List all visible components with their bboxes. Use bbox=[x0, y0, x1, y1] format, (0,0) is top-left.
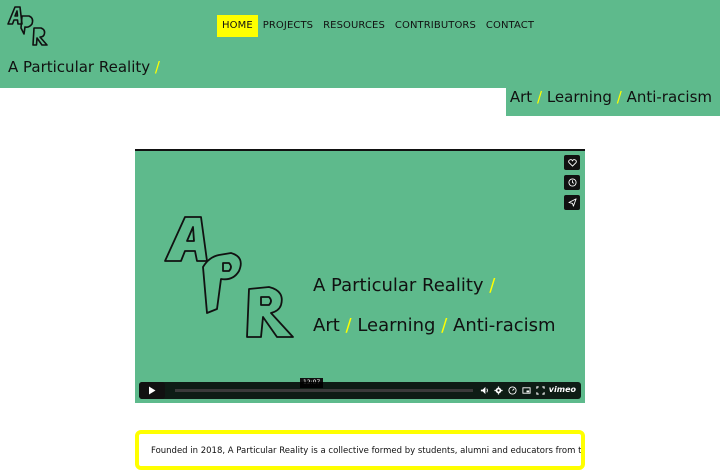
clock-icon bbox=[567, 178, 577, 187]
slash-divider: / bbox=[489, 275, 496, 296]
slash-divider: / bbox=[441, 315, 448, 336]
send-icon bbox=[567, 198, 577, 207]
apr-logo[interactable] bbox=[5, 4, 51, 46]
nav-contributors[interactable]: CONTRIBUTORS bbox=[390, 15, 481, 37]
video-title-text: A Particular Reality bbox=[313, 275, 484, 296]
about-box: Founded in 2018, A Particular Reality is… bbox=[135, 430, 585, 470]
control-icons bbox=[479, 385, 545, 396]
video-title: A Particular Reality / bbox=[313, 275, 495, 296]
nav-home[interactable]: HOME bbox=[217, 15, 258, 37]
video-tagline-learning: Learning bbox=[357, 315, 436, 336]
watch-later-button[interactable] bbox=[564, 175, 580, 190]
video-tagline-art: Art bbox=[313, 315, 340, 336]
nav-resources[interactable]: RESOURCES bbox=[318, 15, 390, 37]
play-icon bbox=[149, 386, 156, 395]
tagline-anti-racism: Anti-racism bbox=[626, 88, 712, 106]
slash-divider: / bbox=[154, 58, 160, 76]
settings-icon[interactable] bbox=[493, 385, 503, 396]
video-tagline: Art / Learning / Anti-racism bbox=[313, 315, 556, 336]
site-title-text: A Particular Reality bbox=[8, 58, 151, 76]
play-button[interactable] bbox=[139, 382, 165, 399]
tagline-banner: Art / Learning / Anti-racism bbox=[506, 88, 720, 116]
tagline-art: Art bbox=[509, 88, 533, 106]
apr-video-logo bbox=[164, 216, 294, 338]
slash-divider: / bbox=[616, 88, 622, 106]
slash-divider: / bbox=[345, 315, 352, 336]
speed-icon[interactable] bbox=[507, 385, 517, 396]
vimeo-logo[interactable]: vimeo bbox=[549, 385, 576, 394]
site-title[interactable]: A Particular Reality / bbox=[8, 58, 160, 76]
video-tagline-anti-racism: Anti-racism bbox=[453, 315, 556, 336]
tagline: Art / Learning / Anti-racism bbox=[510, 88, 712, 116]
video-player[interactable]: A Particular Reality / Art / Learning / … bbox=[135, 149, 585, 403]
main-nav: HOME PROJECTS RESOURCES CONTRIBUTORS CON… bbox=[217, 15, 539, 37]
about-text: Founded in 2018, A Particular Reality is… bbox=[151, 446, 585, 456]
pip-icon[interactable] bbox=[521, 385, 531, 396]
tagline-learning: Learning bbox=[546, 88, 612, 106]
progress-bar[interactable] bbox=[175, 389, 473, 392]
nav-contact[interactable]: CONTACT bbox=[481, 15, 539, 37]
site-header: HOME PROJECTS RESOURCES CONTRIBUTORS CON… bbox=[0, 0, 720, 88]
fullscreen-icon[interactable] bbox=[535, 385, 545, 396]
volume-icon[interactable] bbox=[479, 385, 489, 396]
slash-divider: / bbox=[536, 88, 543, 106]
share-button[interactable] bbox=[564, 195, 580, 210]
nav-projects[interactable]: PROJECTS bbox=[258, 15, 318, 37]
video-controls: vimeo bbox=[139, 382, 581, 399]
like-button[interactable] bbox=[564, 155, 580, 170]
heart-icon bbox=[567, 158, 577, 167]
